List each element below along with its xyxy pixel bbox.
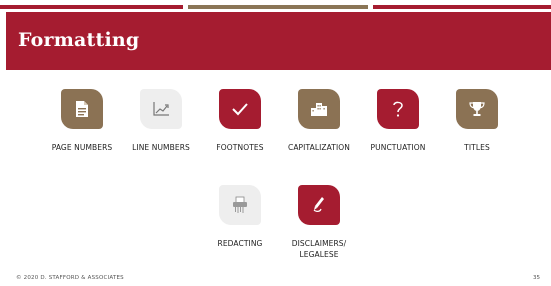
document-icon[interactable] — [61, 89, 103, 129]
question-mark-icon[interactable] — [377, 89, 419, 129]
line-numbers-label: LINE NUMBERS — [132, 143, 190, 152]
titles-label: TITLES — [464, 143, 490, 152]
page-number: 35 — [533, 275, 540, 281]
top-accent-bar — [0, 0, 551, 12]
accent-segment-right — [373, 5, 551, 9]
shredder-icon[interactable] — [219, 185, 261, 225]
redacting-label: REDACTING — [217, 239, 263, 248]
disclaimers-label-line1: DISCLAIMERS/ — [291, 239, 347, 248]
line-chart-icon[interactable] — [140, 89, 182, 129]
punctuation-label: PUNCTUATION — [370, 143, 426, 152]
trophy-icon[interactable] — [456, 89, 498, 129]
copyright-footer: © 2020 D. STAFFORD & ASSOCIATES — [16, 275, 124, 281]
checkmark-icon[interactable] — [219, 89, 261, 129]
footnotes-label: FOOTNOTES — [216, 143, 264, 152]
hand-pen-icon[interactable] — [298, 185, 340, 225]
title-banner: Formatting — [6, 12, 551, 70]
accent-segment-left — [0, 5, 183, 9]
page-numbers-label: PAGE NUMBERS — [51, 143, 113, 152]
capitalization-label: CAPITALIZATION — [287, 143, 350, 152]
slide-title: Formatting — [18, 29, 140, 51]
disclaimers-legalese-label: DISCLAIMERS/ LEGALESE — [274, 238, 364, 260]
accent-segment-middle — [188, 5, 368, 9]
buildings-icon[interactable] — [298, 89, 340, 129]
disclaimers-label-line2: LEGALESE — [299, 250, 339, 259]
